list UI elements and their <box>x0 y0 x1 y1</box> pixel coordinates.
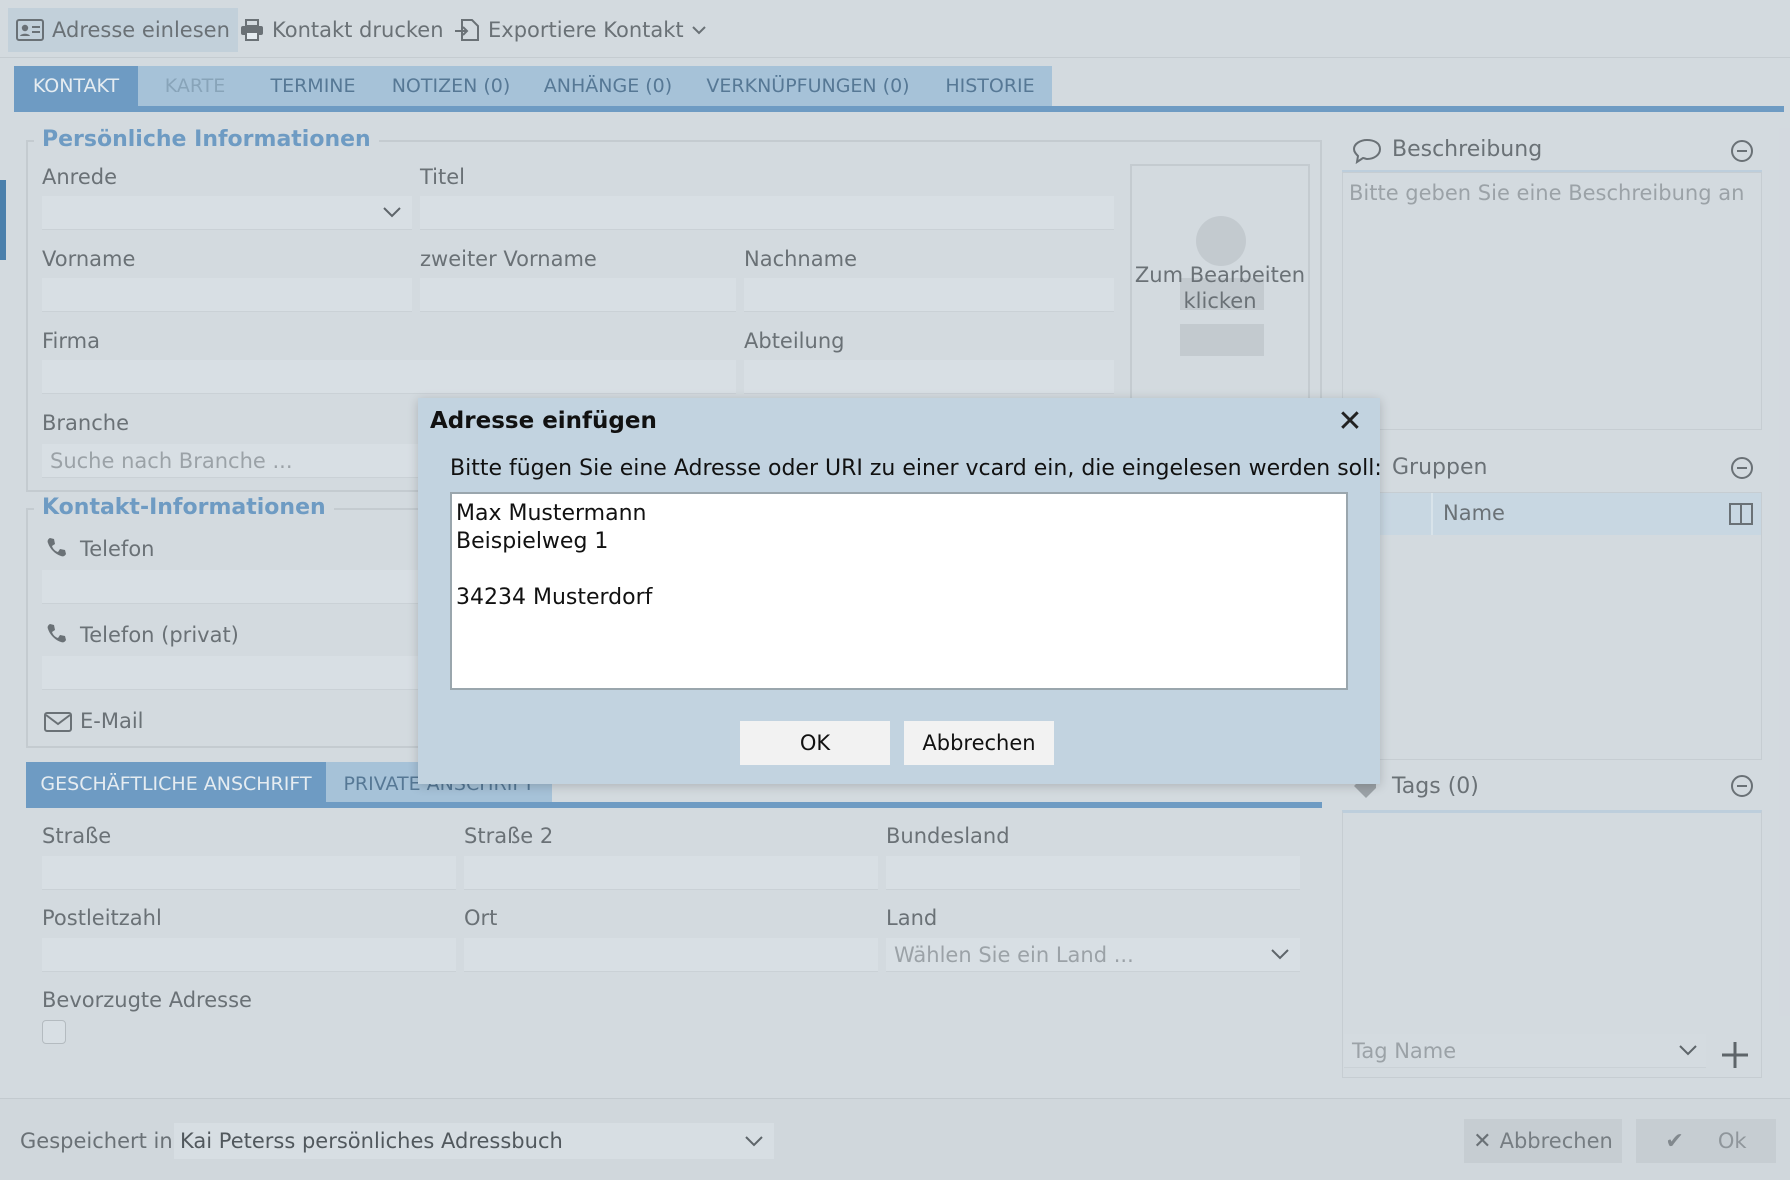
dialog-title: Adresse einfügen <box>430 408 657 434</box>
dialog-ok-button[interactable]: OK <box>740 721 890 765</box>
insert-address-dialog: Adresse einfügen ✕ Bitte fügen Sie eine … <box>418 398 1382 784</box>
close-icon[interactable]: ✕ <box>1334 406 1366 438</box>
dialog-prompt: Bitte fügen Sie eine Adresse oder URI zu… <box>450 456 1382 481</box>
dialog-cancel-button[interactable]: Abbrechen <box>904 721 1054 765</box>
address-textarea[interactable] <box>450 492 1348 690</box>
